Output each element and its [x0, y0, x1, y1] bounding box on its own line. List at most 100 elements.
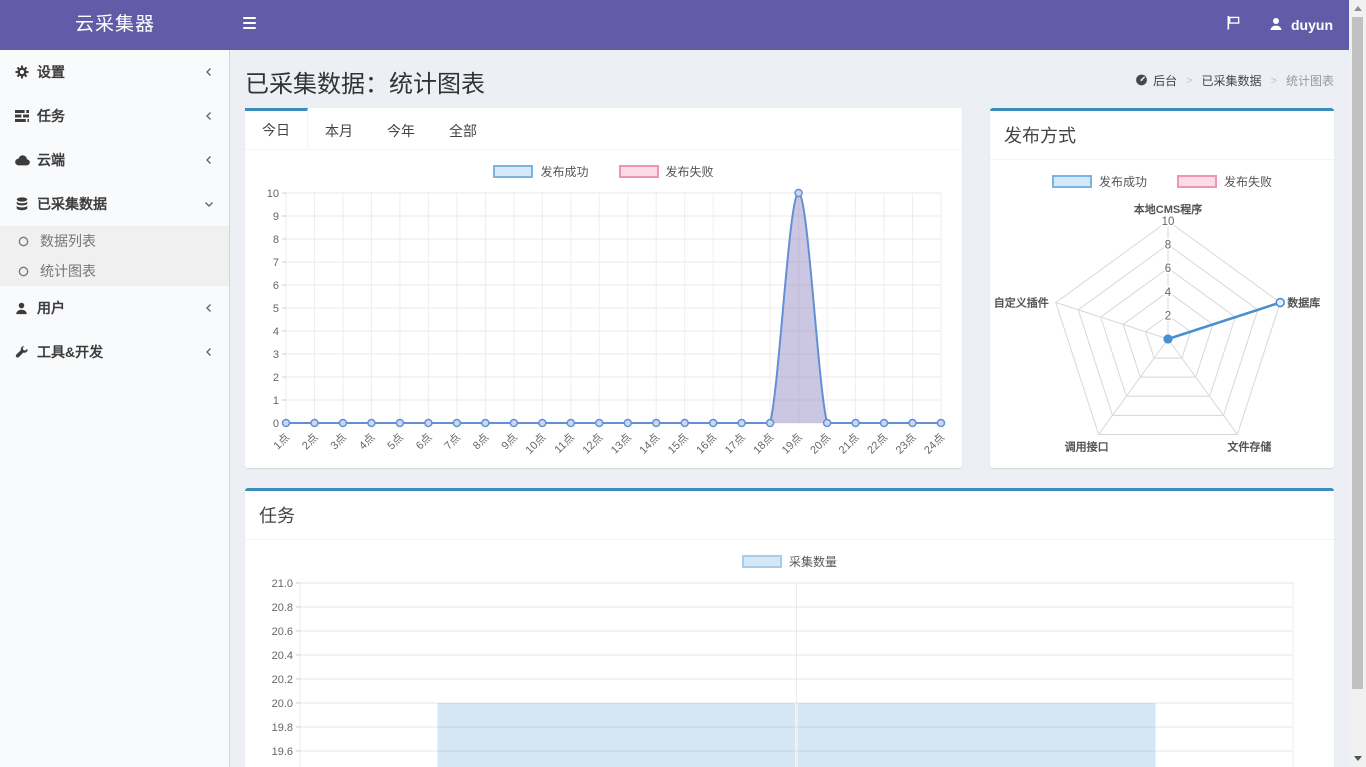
legend-item-success[interactable]: 发布成功	[493, 163, 588, 180]
svg-text:6点: 6点	[413, 431, 434, 452]
sidebar-item-label: 设置	[37, 62, 65, 82]
legend-swatch-fail	[1177, 175, 1217, 188]
sidebar-toggle-button[interactable]	[243, 17, 259, 33]
breadcrumb-item-backend[interactable]: 后台	[1135, 72, 1177, 89]
legend-swatch-collect	[742, 555, 782, 568]
breadcrumb-item-collected-data[interactable]: 已采集数据	[1202, 72, 1262, 89]
sidebar-item-cloud[interactable]: 云端	[0, 138, 229, 182]
svg-text:1点: 1点	[271, 431, 292, 452]
top-navbar: 云采集器 duyun	[0, 0, 1349, 50]
tab-month[interactable]: 本月	[308, 108, 370, 149]
legend-item-fail[interactable]: 发布失败	[1177, 173, 1272, 190]
sidebar-item-label: 云端	[37, 150, 65, 170]
legend-label: 发布成功	[1099, 173, 1147, 190]
svg-text:21.0: 21.0	[271, 578, 292, 590]
legend-item-success[interactable]: 发布成功	[1052, 173, 1147, 190]
sidebar-item-tools-dev[interactable]: 工具&开发	[0, 330, 229, 374]
sidebar-item-collected-data[interactable]: 已采集数据	[0, 182, 229, 226]
svg-text:20.6: 20.6	[271, 626, 292, 638]
user-avatar-icon	[1269, 17, 1283, 34]
chevron-left-icon	[204, 67, 214, 77]
scrollbar-up-arrow[interactable]	[1354, 6, 1362, 11]
svg-text:10: 10	[1162, 216, 1175, 228]
svg-text:自定义插件: 自定义插件	[994, 296, 1049, 310]
svg-text:16点: 16点	[694, 431, 720, 457]
gear-icon	[15, 65, 37, 79]
svg-text:17点: 17点	[722, 431, 748, 457]
svg-text:5: 5	[273, 303, 279, 315]
publish-stats-box: 今日本月今年全部 发布成功发布失败 0123456789101点2点3点4点5点…	[245, 108, 962, 468]
svg-text:18点: 18点	[751, 431, 777, 457]
breadcrumb-separator: >	[1271, 75, 1277, 87]
sidebar-subitem-label: 统计图表	[40, 261, 96, 281]
svg-text:19点: 19点	[779, 431, 805, 457]
svg-text:21点: 21点	[836, 431, 862, 457]
svg-text:20.4: 20.4	[271, 650, 292, 662]
svg-text:1: 1	[273, 395, 279, 407]
breadcrumb-item-stats-chart: 统计图表	[1286, 72, 1334, 89]
chevron-left-icon	[204, 155, 214, 165]
sidebar-item-tasks[interactable]: 任务	[0, 94, 229, 138]
svg-text:6: 6	[273, 280, 279, 292]
user-menu[interactable]: duyun	[1269, 17, 1333, 34]
sidebar-subitem-data-list[interactable]: 数据列表	[0, 226, 229, 256]
cloud-icon	[15, 153, 37, 168]
brand-logo[interactable]: 云采集器	[0, 0, 230, 50]
tab-all[interactable]: 全部	[432, 108, 494, 149]
svg-text:数据库: 数据库	[1287, 296, 1320, 310]
svg-text:20.0: 20.0	[271, 698, 292, 710]
legend-label: 发布失败	[1224, 173, 1272, 190]
svg-text:2: 2	[1165, 310, 1171, 322]
chevron-down-icon	[204, 199, 214, 209]
publish-method-box: 发布方式 发布成功发布失败 246810本地CMS程序数据库文件存储调用接口自定…	[990, 108, 1334, 468]
task-box: 任务 采集数量 21.020.820.620.420.220.019.819.6…	[245, 488, 1334, 767]
svg-text:8点: 8点	[470, 431, 491, 452]
legend-swatch-success	[493, 165, 533, 178]
svg-text:8: 8	[273, 234, 279, 246]
svg-text:13点: 13点	[608, 431, 634, 457]
username: duyun	[1291, 17, 1333, 33]
svg-text:12点: 12点	[580, 431, 606, 457]
sidebar-subitem-stats-chart[interactable]: 统计图表	[0, 256, 229, 286]
sidebar-item-label: 任务	[37, 106, 65, 126]
svg-text:11点: 11点	[552, 431, 577, 456]
svg-text:3点: 3点	[328, 431, 349, 452]
radar-legend: 发布成功 发布失败	[990, 160, 1334, 193]
user-icon	[15, 302, 37, 315]
page-scrollbar[interactable]	[1349, 0, 1366, 767]
navbar-right: duyun	[1226, 0, 1333, 50]
sidebar-submenu: 数据列表统计图表	[0, 226, 229, 286]
svg-text:4: 4	[273, 326, 279, 338]
svg-text:本地CMS程序: 本地CMS程序	[1134, 202, 1202, 216]
svg-text:3: 3	[273, 349, 279, 361]
task-bar-chart: 21.020.820.620.420.220.019.819.619.4	[259, 575, 1321, 767]
svg-text:2点: 2点	[299, 431, 320, 452]
svg-text:6: 6	[1165, 263, 1171, 275]
svg-text:9: 9	[273, 211, 279, 223]
scrollbar-thumb[interactable]	[1352, 17, 1363, 689]
task-legend: 采集数量	[245, 540, 1334, 573]
sidebar-item-settings[interactable]: 设置	[0, 50, 229, 94]
radar-box-title: 发布方式	[990, 111, 1334, 160]
wrench-icon	[15, 346, 37, 359]
flag-button[interactable]	[1226, 15, 1241, 35]
svg-text:8: 8	[1165, 240, 1171, 252]
tab-year[interactable]: 今年	[370, 108, 432, 149]
scrollbar-down-arrow[interactable]	[1354, 756, 1362, 761]
svg-text:7: 7	[273, 257, 279, 269]
tab-today[interactable]: 今日	[245, 108, 308, 149]
svg-text:5点: 5点	[385, 431, 406, 452]
hourly-publish-chart: 0123456789101点2点3点4点5点6点7点8点9点10点11点12点1…	[256, 185, 951, 473]
legend-item-collect[interactable]: 采集数量	[742, 553, 837, 570]
sidebar: 设置任务云端已采集数据数据列表统计图表用户工具&开发	[0, 50, 230, 767]
svg-text:文件存储: 文件存储	[1227, 439, 1271, 453]
charts-row: 今日本月今年全部 发布成功发布失败 0123456789101点2点3点4点5点…	[245, 108, 1334, 468]
breadcrumb: 后台>已采集数据>统计图表	[1135, 72, 1334, 89]
sidebar-item-label: 工具&开发	[37, 342, 103, 362]
legend-label: 发布失败	[666, 163, 714, 180]
sidebar-item-users[interactable]: 用户	[0, 286, 229, 330]
svg-text:10: 10	[267, 188, 279, 200]
sidebar-subitem-label: 数据列表	[40, 231, 96, 251]
legend-label: 发布成功	[540, 163, 588, 180]
legend-item-fail[interactable]: 发布失败	[619, 163, 714, 180]
